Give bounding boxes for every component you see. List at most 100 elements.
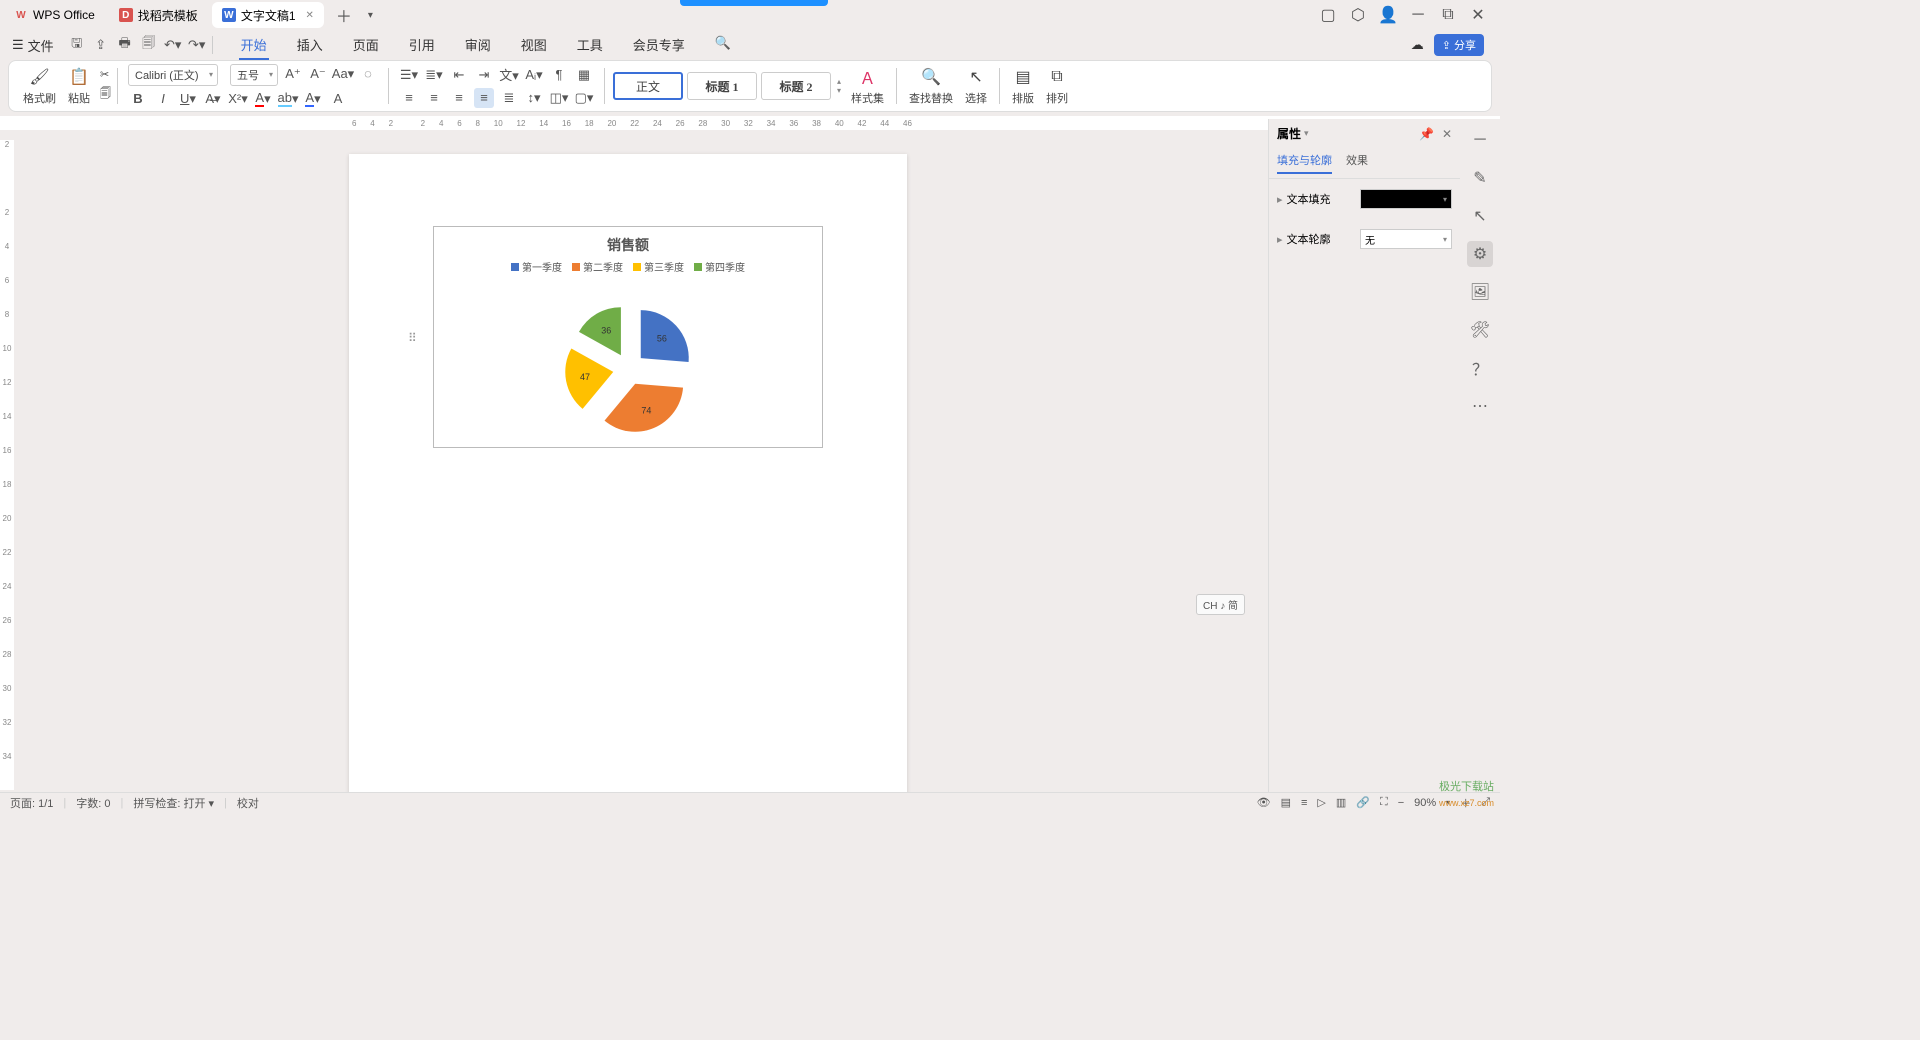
read-view-icon[interactable]: ▷	[1317, 796, 1325, 809]
shrink-font-icon[interactable]: A⁻	[308, 64, 328, 84]
strike-icon[interactable]: A̶▾	[203, 89, 223, 109]
help-icon[interactable]: ？	[1467, 355, 1493, 381]
link-icon[interactable]: 🔗	[1356, 796, 1370, 809]
redo-icon[interactable]: ↷▾	[188, 36, 206, 54]
undo-icon[interactable]: ↶▾	[164, 36, 182, 54]
cut-icon[interactable]: ✂	[100, 68, 111, 81]
align-justify-icon[interactable]: ≡	[474, 88, 494, 108]
style-heading2[interactable]: 标题 2	[761, 72, 831, 100]
align-center-icon[interactable]: ≡	[424, 88, 444, 108]
outline-view-icon[interactable]: ≡	[1301, 797, 1307, 809]
menu-member[interactable]: 会员专享	[631, 31, 687, 60]
decrease-indent-icon[interactable]: ⇤	[449, 65, 469, 85]
close-panel-icon[interactable]: ✕	[1442, 127, 1452, 141]
tab-document[interactable]: W 文字文稿1 ✕	[212, 2, 324, 28]
superscript-icon[interactable]: X²▾	[228, 89, 248, 109]
drag-handle-icon[interactable]: ⠿	[408, 331, 418, 345]
tab-templates[interactable]: D 找稻壳模板	[109, 2, 208, 28]
collapse-panel-icon[interactable]: ─	[1467, 127, 1493, 153]
menu-home[interactable]: 开始	[239, 31, 269, 60]
layout-button[interactable]: ▤ 排版	[1006, 64, 1040, 108]
distribute-icon[interactable]: ≣	[499, 88, 519, 108]
status-page[interactable]: 页面: 1/1	[10, 795, 53, 811]
save-icon[interactable]: 🖫	[68, 36, 86, 54]
maximize-icon[interactable]: ⧉	[1440, 7, 1456, 23]
clear-format-icon[interactable]: ◌	[358, 64, 378, 84]
styleset-button[interactable]: Ａ 样式集	[845, 64, 890, 108]
print-icon[interactable]: 🖶	[116, 36, 134, 54]
bold-icon[interactable]: B	[128, 89, 148, 109]
menu-tools[interactable]: 工具	[575, 31, 605, 60]
select-button[interactable]: ↖ 选择	[959, 64, 993, 108]
zoom-out-icon[interactable]: −	[1398, 797, 1404, 809]
chevron-down-icon[interactable]: ▾	[1304, 128, 1309, 139]
font-color-icon[interactable]: A▾	[253, 89, 273, 109]
expand-icon[interactable]: ▸	[1277, 193, 1283, 206]
change-case-icon[interactable]: Aa▾	[333, 64, 353, 84]
arrange-button[interactable]: ⧉ 排列	[1040, 64, 1074, 108]
menu-view[interactable]: 视图	[519, 31, 549, 60]
format-painter-button[interactable]: 🖌 格式刷	[17, 64, 62, 108]
grow-font-icon[interactable]: A⁺	[283, 64, 303, 84]
document-page[interactable]: ⠿ 销售额 第一季度第二季度第三季度第四季度 56744736	[349, 154, 907, 792]
sort-icon[interactable]: Aᵢ▾	[524, 65, 544, 85]
pin-icon[interactable]: 📌	[1419, 127, 1434, 141]
close-icon[interactable]: ✕	[306, 10, 314, 21]
border-icon[interactable]: ▦	[574, 65, 594, 85]
expand-icon[interactable]: ▸	[1277, 233, 1283, 246]
eye-icon[interactable]: 👁	[1257, 796, 1271, 809]
minimize-icon[interactable]: ─	[1410, 7, 1426, 23]
menu-insert[interactable]: 插入	[295, 31, 325, 60]
italic-icon[interactable]: I	[153, 89, 173, 109]
line-spacing-icon[interactable]: ↕▾	[524, 88, 544, 108]
properties-icon[interactable]: ⚙	[1467, 241, 1493, 267]
select-tool-icon[interactable]: ↖	[1467, 203, 1493, 229]
align-right-icon[interactable]: ≡	[449, 88, 469, 108]
window-snap-icon[interactable]: ▢	[1320, 7, 1336, 23]
cloud-icon[interactable]: ☁	[1411, 37, 1424, 53]
highlight-icon[interactable]: ab▾	[278, 89, 298, 109]
search-icon[interactable]: 🔍	[713, 31, 733, 60]
close-window-icon[interactable]: ✕	[1470, 7, 1486, 23]
cube-icon[interactable]: ⬡	[1350, 7, 1366, 23]
status-spellcheck[interactable]: 拼写检查: 打开 ▾	[133, 795, 214, 811]
chart-object[interactable]: ⠿ 销售额 第一季度第二季度第三季度第四季度 56744736	[433, 226, 823, 448]
share-button[interactable]: ⇪ 分享	[1434, 34, 1484, 56]
number-list-icon[interactable]: ≣▾	[424, 65, 444, 85]
find-replace-button[interactable]: 🔍 查找替换	[903, 64, 959, 108]
style-heading1[interactable]: 标题 1	[687, 72, 757, 100]
copy-icon[interactable]: 🗐	[100, 85, 111, 104]
image-icon[interactable]: 🖼	[1467, 279, 1493, 305]
export-icon[interactable]: ⇪	[92, 36, 110, 54]
status-words[interactable]: 字数: 0	[76, 795, 110, 811]
zoom-level[interactable]: 90%	[1414, 797, 1436, 809]
ime-indicator[interactable]: CH ♪ 简	[1196, 594, 1245, 615]
font-family-select[interactable]: Calibri (正文)	[128, 64, 218, 86]
shading-icon[interactable]: ◫▾	[549, 88, 569, 108]
tools-icon[interactable]: 🛠	[1467, 317, 1493, 343]
tab-dropdown-icon[interactable]: ▾	[360, 10, 381, 21]
print-preview-icon[interactable]: 🗐	[140, 36, 158, 54]
text-effect-icon[interactable]: A▾	[303, 89, 323, 109]
more-icon[interactable]: ⋯	[1467, 393, 1493, 419]
text-fill-color-select[interactable]	[1360, 189, 1452, 209]
text-direction-icon[interactable]: 文▾	[499, 65, 519, 85]
char-shading-icon[interactable]: A	[328, 89, 348, 109]
fit-icon[interactable]: ⛶	[1380, 796, 1388, 809]
web-view-icon[interactable]: ▥	[1336, 796, 1346, 809]
tab-fill-outline[interactable]: 填充与轮廓	[1277, 152, 1332, 174]
font-size-select[interactable]: 五号	[230, 64, 278, 86]
paste-button[interactable]: 📋 粘贴	[62, 64, 96, 108]
tab-wps-office[interactable]: W WPS Office	[4, 2, 105, 28]
file-menu[interactable]: ☰ 文件	[6, 34, 60, 57]
user-avatar-icon[interactable]: 👤	[1380, 7, 1396, 23]
tab-effect[interactable]: 效果	[1346, 152, 1368, 174]
menu-reference[interactable]: 引用	[407, 31, 437, 60]
menu-review[interactable]: 审阅	[463, 31, 493, 60]
add-tab-button[interactable]: ＋	[328, 3, 360, 27]
status-proof[interactable]: 校对	[237, 795, 259, 811]
style-scroll-down-icon[interactable]: ▾	[837, 86, 841, 95]
align-left-icon[interactable]: ≡	[399, 88, 419, 108]
style-scroll-up-icon[interactable]: ▴	[837, 77, 841, 86]
text-outline-select[interactable]: 无	[1360, 229, 1452, 249]
